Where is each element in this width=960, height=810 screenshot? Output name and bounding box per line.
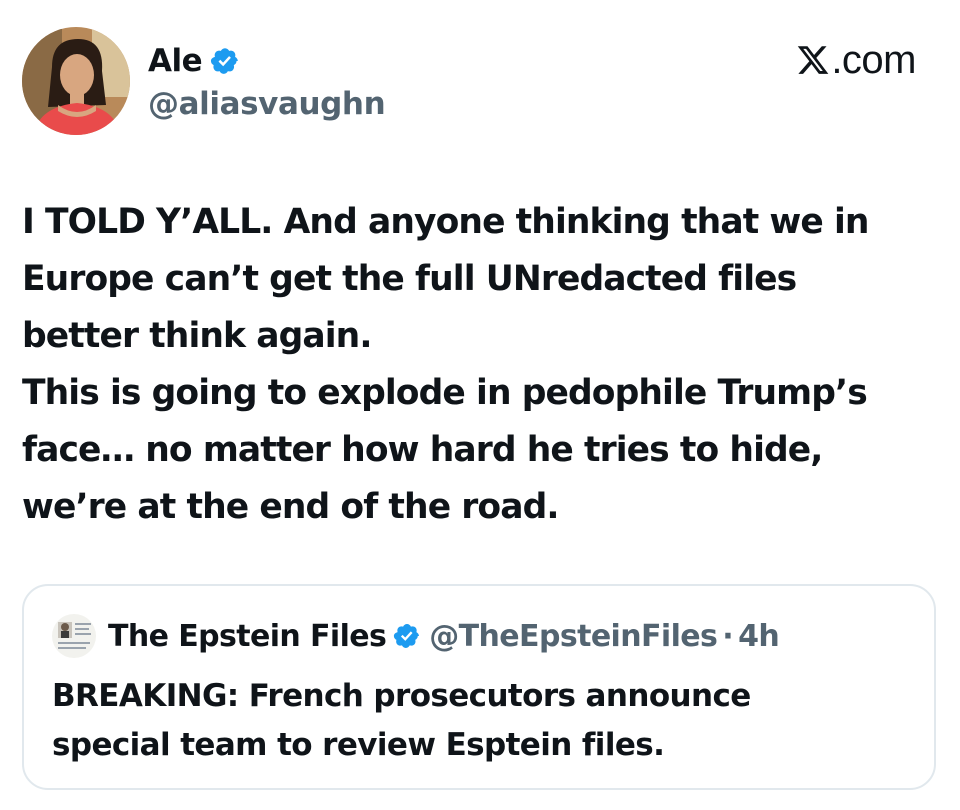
profile-photo-icon (22, 27, 130, 135)
tweet-text: I TOLD Y’ALL. And anyone thinking that w… (22, 202, 869, 527)
quoted-author-handle[interactable]: @TheEpsteinFiles (429, 619, 718, 654)
verified-badge-icon (211, 48, 238, 74)
quoted-tweet[interactable]: The Epstein Files @TheEpsteinFiles · 4h … (22, 584, 936, 790)
author-avatar[interactable] (22, 27, 130, 135)
quoted-tweet-header: The Epstein Files @TheEpsteinFiles · 4h (52, 614, 780, 658)
verified-badge-icon (394, 624, 420, 648)
tweet-card: Ale @aliasvaughn .com I TOLD Y’ALL. And … (0, 0, 960, 810)
quoted-author-name[interactable]: The Epstein Files (108, 619, 387, 654)
x-com-text: .com (831, 37, 916, 82)
x-com-logo: .com (796, 38, 916, 82)
x-logo-icon (798, 46, 829, 74)
document-photo-icon (52, 614, 96, 658)
author-name-row[interactable]: Ale (148, 40, 240, 82)
quoted-author-avatar[interactable] (52, 614, 96, 658)
author-name[interactable]: Ale (148, 43, 203, 79)
quoted-tweet-text: BREAKING: French prosecutors announce sp… (52, 678, 751, 763)
author-handle[interactable]: @aliasvaughn (148, 86, 386, 122)
separator-dot: · (722, 618, 734, 654)
quoted-tweet-time[interactable]: 4h (738, 619, 780, 654)
